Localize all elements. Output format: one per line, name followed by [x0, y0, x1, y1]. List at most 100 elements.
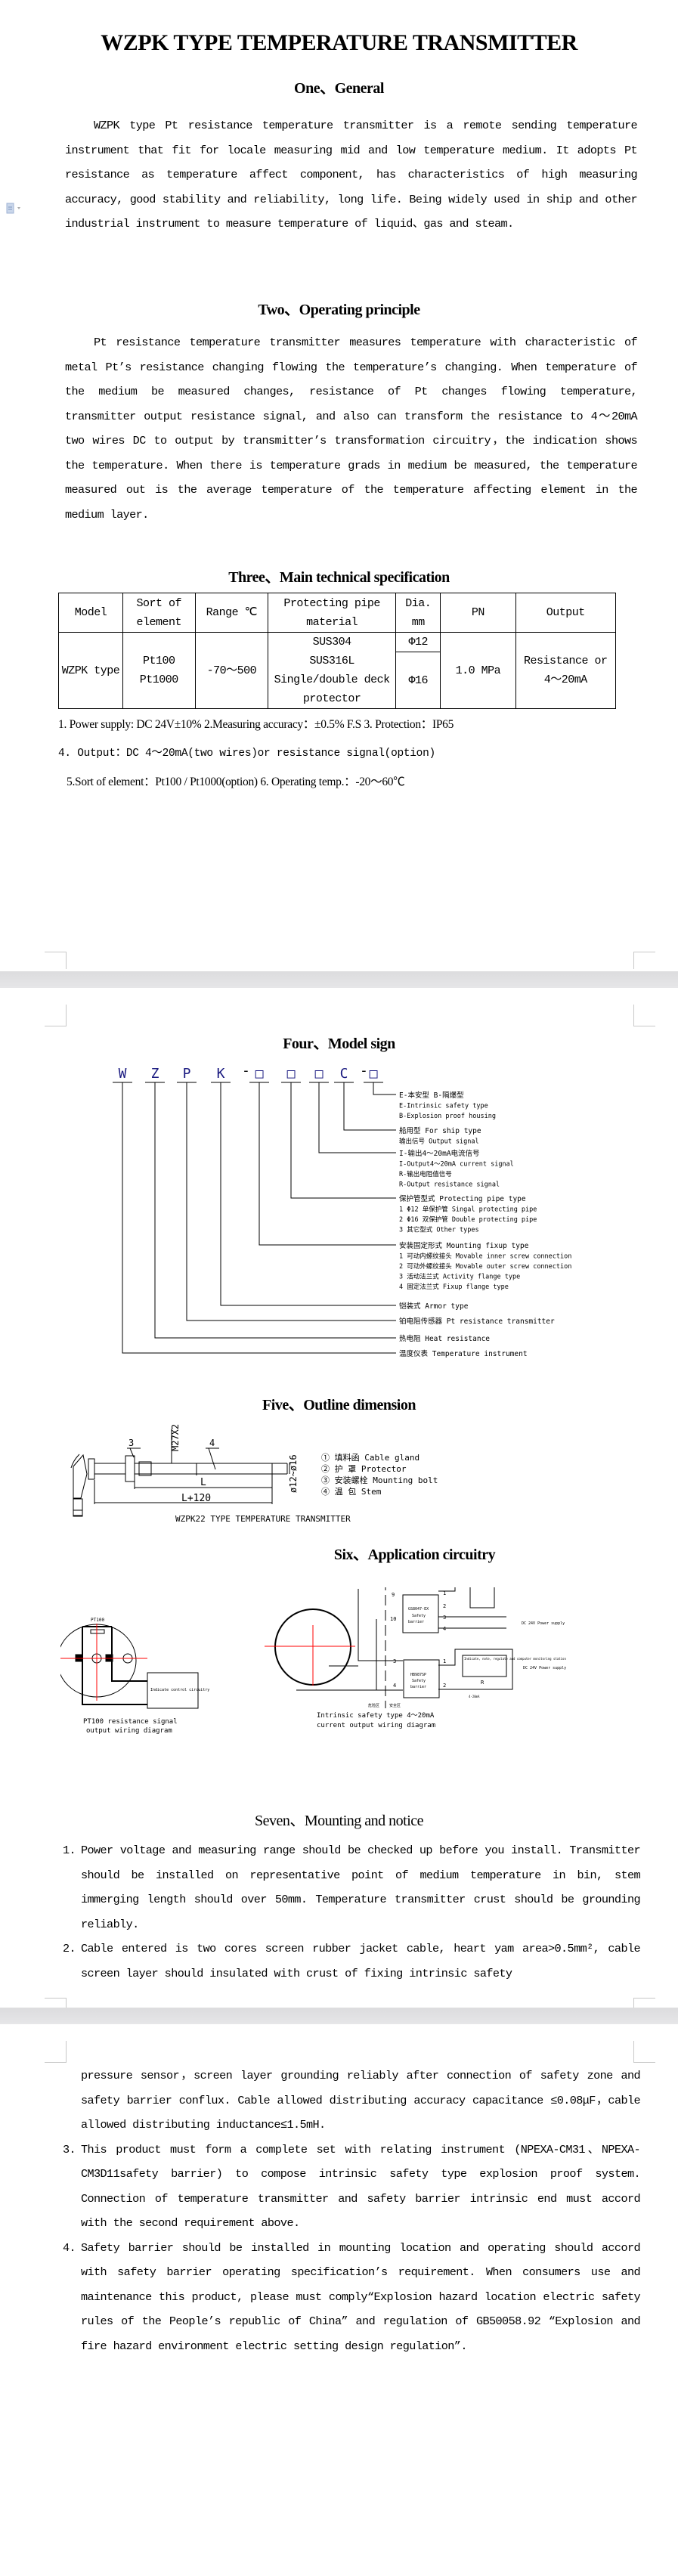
safe-zone-label: 安全区 — [389, 1703, 401, 1708]
notice-text: Cable entered is two cores screen rubber… — [81, 1942, 641, 1980]
material-2: SUS316L — [309, 655, 354, 667]
connector-line — [259, 1082, 396, 1246]
section7-heading: Seven、Mounting and notice — [254, 1813, 424, 1829]
cell-model: WZPK type — [58, 632, 123, 709]
header-pn: PN — [440, 593, 516, 633]
legend-line: I-Output4～20mA current signal — [399, 1161, 514, 1169]
legend-line: 保护管型式 Protecting pipe type — [399, 1194, 526, 1203]
terminal-10: 10 — [390, 1616, 396, 1622]
model-legend: E-本安型 B-隔爆型 E-Intrinsic safety type B-Expl… — [399, 1091, 571, 1358]
right-caption-1: Intrinsic safety type 4～20mA — [317, 1712, 435, 1720]
terminal-9: 9 — [392, 1592, 395, 1598]
crop-mark — [45, 2041, 67, 2063]
code-char: K — [217, 1066, 225, 1082]
spec-note-1: 1. Power supply: DC 24V±10% 2.Measuring … — [58, 718, 454, 731]
legend-line: 2 Φ16 双保护管 Double protecting pipe — [399, 1215, 537, 1224]
notice-text: pressure sensor，screen layer grounding r… — [81, 2069, 641, 2132]
connector-line — [373, 1082, 396, 1095]
current-label: 4-20mA — [469, 1695, 480, 1698]
legend-line: B-Explosion proof housing — [399, 1113, 496, 1120]
notice-number: 2. — [63, 1942, 76, 1955]
pt100-wiring-diagram: PT100 Indicate control circuitry PT100 r… — [60, 1618, 209, 1735]
thread-label: M27X2 — [170, 1424, 181, 1451]
crop-mark — [633, 2041, 655, 2063]
barrier-2-label-3: barrier — [410, 1685, 426, 1689]
connector-shape — [73, 1498, 83, 1517]
legend-line: 铠装式 Armor type — [399, 1302, 469, 1311]
sensor-label: PT100 — [91, 1618, 104, 1623]
cell-dia-16: Φ16 — [395, 652, 441, 709]
section1-paragraph: WZPK type Pt resistance temperature tran… — [65, 119, 638, 231]
terminal-head-outline — [60, 1624, 137, 1698]
cell-range: -70～500 — [194, 632, 269, 709]
notice-item-1: 1. Power voltage and measuring range sho… — [58, 1838, 641, 1937]
cell-material: SUS304 SUS316L Single/double deck protec… — [268, 632, 397, 709]
section2-paragraph: Pt resistance temperature transmitter me… — [65, 336, 638, 522]
header-element: Sort of element — [122, 593, 196, 633]
indicator-1-box — [469, 1587, 495, 1608]
notice-list-continued: pressure sensor，screen layer grounding r… — [58, 2064, 641, 2359]
legend-line: 输出信号 Output signal — [399, 1138, 479, 1146]
cell-pn: 1.0 MPa — [440, 632, 516, 709]
code-char: Z — [151, 1066, 159, 1082]
header-model: Model — [58, 593, 123, 633]
legend-line: 2 可动外螺纹接头 Movable outer screw connection — [399, 1262, 571, 1271]
code-char: P — [183, 1066, 191, 1082]
terminal-t3: 3 — [443, 1615, 446, 1621]
terminal-b4: 4 — [393, 1683, 396, 1689]
resistor-label: R — [481, 1680, 485, 1686]
header-output: Output — [515, 593, 616, 633]
connector-line — [154, 1082, 396, 1339]
notice-item-4: 4. Safety barrier should be installed in… — [58, 2236, 641, 2359]
document-margin-icon[interactable] — [6, 203, 23, 215]
legend-line: E-Intrinsic safety type — [399, 1103, 488, 1110]
terminal-b2: 2 — [443, 1683, 446, 1689]
connector-line — [220, 1082, 396, 1306]
crop-mark — [633, 1005, 655, 1026]
notice-list: 1. Power voltage and measuring range sho… — [58, 1838, 641, 1986]
spec-note-2: 4. Output：DC 4～20mA(two wires)or resista… — [58, 748, 435, 760]
cable-gland-shape — [73, 1454, 88, 1499]
indicator-2-label: Indicate, note, regulate and computer mo… — [464, 1657, 566, 1661]
legend-line: 温度仪表 Temperature instrument — [399, 1349, 528, 1358]
terminal-t2: 2 — [443, 1603, 446, 1609]
cell-dia-12: Φ12 — [395, 632, 441, 652]
legend-line: I-输出4～20mA电流信号 — [399, 1149, 480, 1158]
notice-item-3: 3. This product must form a complete set… — [58, 2138, 641, 2236]
legend-line: 热电阻 Heat resistance — [399, 1334, 490, 1343]
cell-element: Pt100 Pt1000 — [122, 632, 196, 709]
notice-item-2-continued: pressure sensor，screen layer grounding r… — [58, 2064, 641, 2138]
left-caption-2: output wiring diagram — [86, 1727, 172, 1735]
code-char: □ — [287, 1066, 296, 1082]
page-break — [0, 2008, 678, 2024]
code-char: □ — [370, 1066, 378, 1082]
barrier-1-label-3: barrier — [408, 1620, 424, 1624]
spec-note-3: 5.Sort of element：Pt100 / Pt1000(option)… — [67, 776, 405, 788]
legend-line: 3 其它型式 Other types — [399, 1226, 479, 1234]
legend-line: 1 可动内螺纹接头 Movable inner screw connection — [399, 1252, 571, 1261]
spec-table-row: WZPK type Pt100 Pt1000 -70～500 SUS304 SU… — [58, 632, 616, 709]
callout-4: 4 — [209, 1438, 215, 1448]
cell-output: Resistance or 4～20mA — [515, 632, 616, 709]
code-char: C — [340, 1066, 348, 1082]
notice-item-2: 2. Cable entered is two cores screen rub… — [58, 1937, 641, 1986]
power-label-2: DC 24V Power supply — [523, 1666, 566, 1670]
outline-dimension-drawing: 3 4 M27X2 L L+120 ø12~ø16 ① 填料函 Cable gl… — [70, 1424, 438, 1524]
right-caption-2: current output wiring diagram — [317, 1722, 435, 1729]
pt100-resistor — [90, 1629, 105, 1634]
model-connector-lines — [113, 1082, 396, 1354]
crop-mark — [45, 952, 67, 969]
code-char: □ — [255, 1066, 264, 1082]
outline-caption: WZPK22 TYPE TEMPERATURE TRANSMITTER — [175, 1514, 351, 1524]
header-range: Range ℃ — [194, 593, 269, 633]
indicate-box-label: Indicate control circuitry — [150, 1688, 209, 1692]
code-dash: - — [360, 1063, 368, 1079]
legend-line: 铂电阻传感器 Pt resistance transmitter — [399, 1317, 555, 1326]
hazard-zone-label: 危险区 — [368, 1703, 379, 1708]
section5-heading: Five、Outline dimension — [262, 1397, 416, 1413]
section6-heading: Six、Application circuitry — [333, 1547, 496, 1563]
section1-heading: One、General — [294, 80, 384, 97]
model-sign-diagram: W Z P K - □ □ □ C - □ E-本安型 B-隔爆型E-Intrinsic safet… — [113, 1063, 571, 1358]
barrier-1-label: GS8047-EX — [408, 1607, 429, 1612]
legend-line: E-本安型 B-隔爆型 — [399, 1091, 464, 1100]
